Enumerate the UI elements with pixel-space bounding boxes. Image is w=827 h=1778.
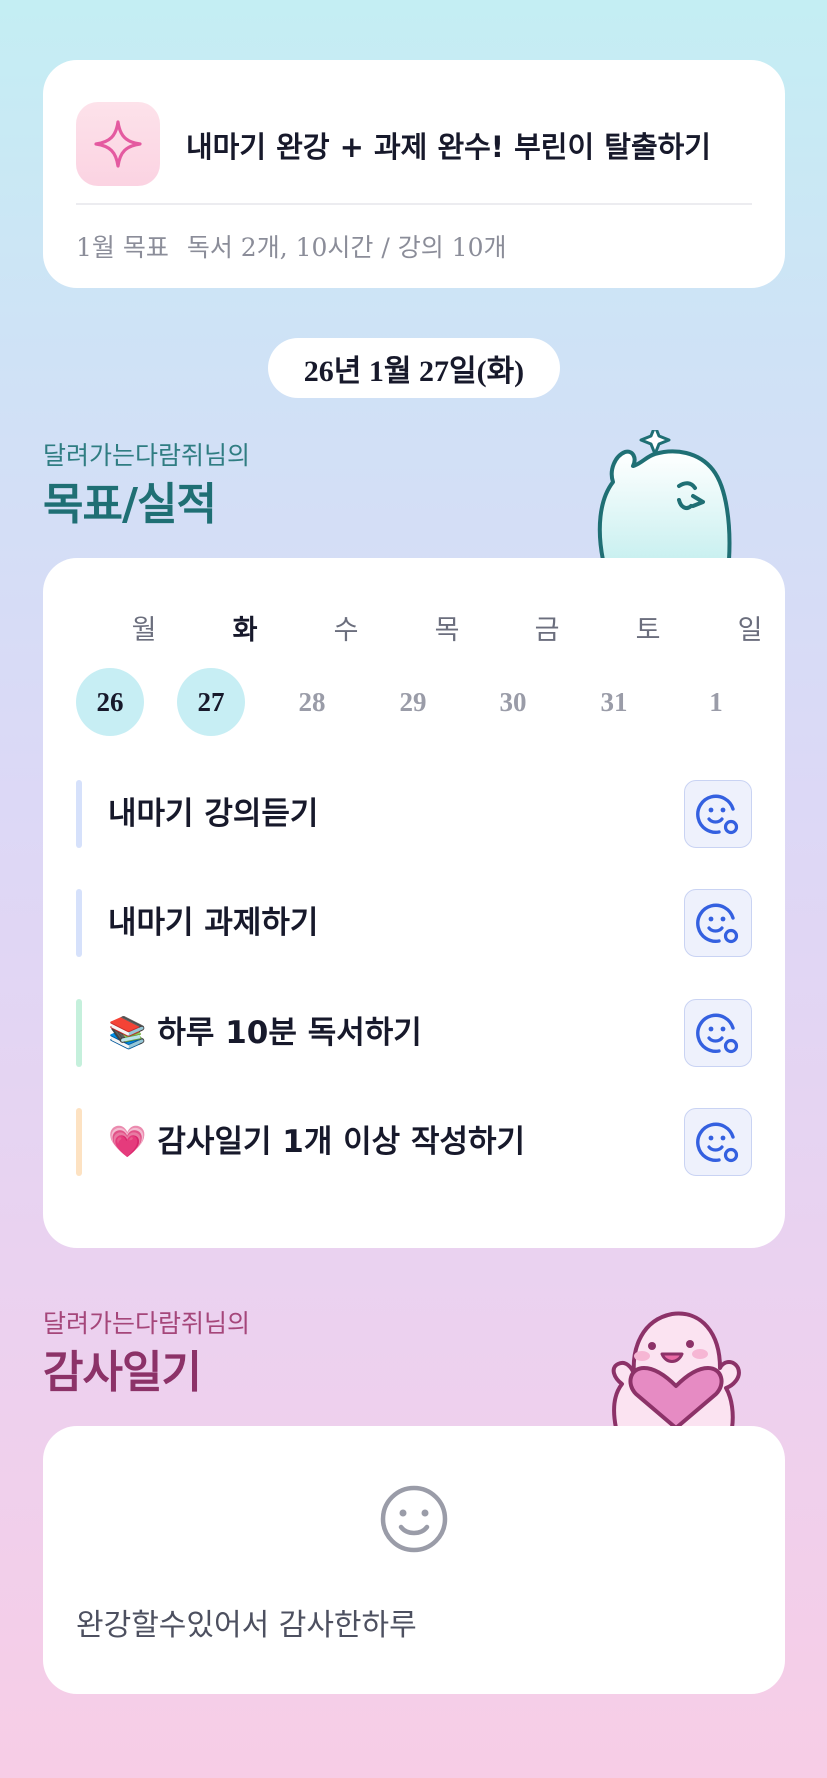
task-label-text: 감사일기 1개 이상 작성하기: [157, 1124, 526, 1160]
gratitude-entry-text: 완강할수있어서 감사한하루: [76, 1608, 417, 1643]
task-record-button[interactable]: [684, 1108, 752, 1176]
weekday-label: 목: [434, 615, 460, 646]
weekday-label: 수: [333, 615, 359, 646]
gratitude-diary-card[interactable]: 완강할수있어서 감사한하루: [43, 1426, 785, 1694]
date-cell[interactable]: 1: [682, 668, 750, 736]
thanks-section-title: 감사일기: [43, 1347, 202, 1398]
goal-title: 내마기 완강 + 과제 완수! 부린이 탈출하기: [186, 130, 711, 164]
task-label: 내마기 과제하기: [108, 889, 318, 957]
weekday-label-today: 화: [232, 615, 258, 646]
goal-divider: [76, 203, 752, 205]
monthly-goal-card[interactable]: 내마기 완강 + 과제 완수! 부린이 탈출하기 1월 목표 독서 2개, 10시…: [43, 60, 785, 288]
task-label: 📚 하루 10분 독서하기: [108, 999, 422, 1067]
date-cell-today[interactable]: 27: [177, 668, 245, 736]
task-item[interactable]: 내마기 강의듣기: [76, 780, 752, 848]
goals-section-title: 목표/실적: [43, 479, 217, 530]
goal-month-label: 1월 목표: [76, 233, 169, 262]
task-label-text: 내마기 강의듣기: [108, 796, 319, 832]
weekday-label: 일: [737, 615, 763, 646]
task-color-bar: [76, 1108, 82, 1176]
task-item[interactable]: 📚 하루 10분 독서하기: [76, 999, 752, 1067]
task-label-text: 내마기 과제하기: [108, 905, 319, 941]
smiley-icon: [380, 1485, 448, 1553]
task-item[interactable]: 내마기 과제하기: [76, 889, 752, 957]
weekly-goals-card: 월 화 수 목 금 토 일 26 27 28 29 30 31 1 내마기 강의…: [43, 558, 785, 1248]
sparkle-icon: [94, 120, 142, 168]
face-check-icon: [696, 794, 739, 835]
task-label: 내마기 강의듣기: [108, 780, 318, 848]
date-cell[interactable]: 31: [580, 668, 648, 736]
task-record-button[interactable]: [684, 889, 752, 957]
books-emoji: 📚: [108, 1015, 147, 1051]
face-check-icon: [696, 1013, 739, 1054]
date-cell[interactable]: 29: [379, 668, 447, 736]
weekday-label: 금: [534, 615, 560, 646]
task-record-button[interactable]: [684, 999, 752, 1067]
thanks-section-owner: 달려가는다람쥐님의: [43, 1309, 251, 1338]
weekday-label: 월: [131, 615, 157, 646]
task-label: 💗 감사일기 1개 이상 작성하기: [108, 1108, 525, 1176]
task-record-button[interactable]: [684, 780, 752, 848]
date-cell-completed[interactable]: 26: [76, 668, 144, 736]
task-color-bar: [76, 999, 82, 1067]
goal-icon-badge: [76, 102, 160, 186]
goal-detail: 독서 2개, 10시간 / 강의 10개: [186, 233, 507, 262]
heart-hugging-mascot-illustration: [611, 1311, 741, 1428]
task-color-bar: [76, 780, 82, 848]
goal-detail-line: 1월 목표 독서 2개, 10시간 / 강의 10개: [76, 228, 507, 264]
thumbs-up-mascot-illustration: [597, 430, 732, 560]
task-label-text: 하루 10분 독서하기: [157, 1015, 422, 1051]
current-date-pill[interactable]: 26년 1월 27일(화): [268, 338, 560, 398]
face-check-icon: [696, 903, 739, 944]
date-cell[interactable]: 28: [278, 668, 346, 736]
goals-section-owner: 달려가는다람쥐님의: [43, 441, 251, 470]
task-color-bar: [76, 889, 82, 957]
task-item[interactable]: 💗 감사일기 1개 이상 작성하기: [76, 1108, 752, 1176]
weekday-label: 토: [635, 615, 661, 646]
date-cell[interactable]: 30: [479, 668, 547, 736]
face-check-icon: [696, 1122, 739, 1163]
heart-emoji: 💗: [108, 1124, 147, 1160]
